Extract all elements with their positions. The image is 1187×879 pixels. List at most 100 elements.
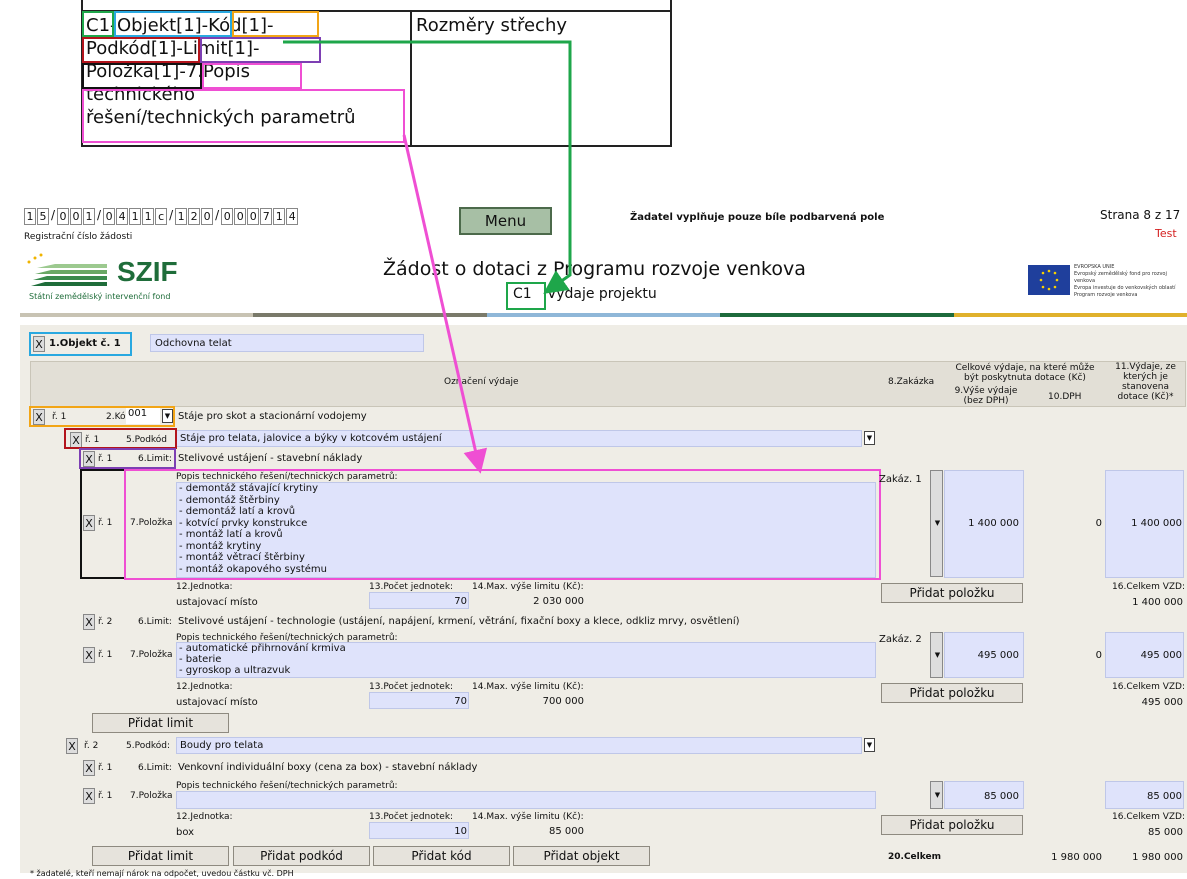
- pol3-max-value: 85 000: [549, 826, 584, 837]
- reg-digit: /: [97, 208, 102, 222]
- podkod2-select[interactable]: Boudy pro telata: [176, 737, 862, 754]
- eu-text: EVROPSKÁ UNIE Evropský zemědělský fond p…: [1074, 264, 1186, 299]
- reg-digit: 0: [221, 208, 234, 225]
- section-title: Výdaje projektu: [547, 286, 657, 302]
- pridat-polozku2-button[interactable]: Přidat položku: [881, 683, 1023, 703]
- reg-digit: /: [215, 208, 220, 222]
- podkod-dropdown-icon[interactable]: ▼: [864, 431, 875, 445]
- highlight-podkod: [82, 37, 200, 63]
- reg-digit: 7: [260, 208, 273, 225]
- pocet-label: 13.Počet jednotek:: [369, 582, 454, 592]
- pridat-limit2-button[interactable]: Přidat limit: [92, 846, 229, 866]
- delete-limit3-button[interactable]: X: [83, 760, 95, 776]
- podkod2-dropdown-icon[interactable]: ▼: [864, 738, 875, 752]
- reg-digit: 0: [70, 208, 83, 225]
- pridat-polozku3-button[interactable]: Přidat položku: [881, 815, 1023, 835]
- pol3-vyse-value: 85 000: [984, 791, 1019, 802]
- page-indicator: Strana 8 z 17: [1100, 208, 1181, 222]
- pol1-zakazka: Zakáz. 1: [879, 474, 922, 485]
- field-stripes-icon: [27, 253, 107, 286]
- pridat-objekt-button[interactable]: Přidat objekt: [513, 846, 650, 866]
- pocet2-label: 13.Počet jednotek:: [369, 682, 454, 692]
- highlight-polozka-form: [80, 469, 126, 579]
- max-label: 14.Max. výše limitu (Kč):: [472, 582, 584, 592]
- reg-digit: 0: [234, 208, 247, 225]
- celkem-vzd3-label: 16.Celkem VZD:: [1112, 812, 1185, 822]
- col-celkove: Celkové výdaje, na které může být poskyt…: [955, 363, 1095, 383]
- pridat-kod-button[interactable]: Přidat kód: [373, 846, 510, 866]
- pol1-vyse-value: 1 400 000: [968, 518, 1019, 529]
- limit2-label: 6.Limit:: [138, 617, 172, 627]
- highlight-popis-form: [124, 469, 881, 580]
- logo-subtitle: Státní zemědělský intervenční fond: [29, 292, 171, 301]
- pol2-zakazka: Zakáz. 2: [879, 634, 922, 645]
- pol1-pocet-value: 70: [454, 596, 467, 607]
- limit3-row-number: ř. 1: [98, 763, 113, 773]
- mode-label: Test: [1155, 227, 1177, 240]
- col-zakazka: 8.Zakázka: [888, 377, 935, 387]
- eu-flag-icon: [1028, 265, 1070, 295]
- registration-number: 1 5/0 0 1/0 4 1 1 c/1 2 0/0 0 0 7 1 4: [24, 208, 299, 225]
- celkem-vzd-label: 16.Celkem VZD:: [1112, 582, 1185, 592]
- reg-digit: 5: [37, 208, 49, 225]
- podkod-select[interactable]: Stáje pro telata, jalovice a býky v kotc…: [176, 430, 862, 447]
- pol3-popis-textarea[interactable]: [176, 791, 876, 809]
- jednotka3-label: 12.Jednotka:: [176, 812, 233, 822]
- reg-digit: 0: [57, 208, 70, 225]
- pol2-popis-textarea[interactable]: - automatické přihrnování krmiva - bateri…: [176, 642, 876, 678]
- pol3-pocet-value: 10: [454, 826, 467, 837]
- pol2-jednotka: ustajovací místo: [176, 697, 258, 708]
- reg-digit: 0: [201, 208, 214, 225]
- footnote: * žadatelé, kteří nemají nárok na odpoče…: [30, 869, 294, 878]
- pol2-dph-value: 0: [1095, 650, 1102, 661]
- pol1-celkem-value: 1 400 000: [1132, 597, 1183, 608]
- pol1-dph-value: 0: [1095, 518, 1102, 529]
- pridat-polozku-button[interactable]: Přidat položku: [881, 583, 1023, 603]
- reg-digit: 4: [116, 208, 129, 225]
- max2-label: 14.Max. výše limitu (Kč):: [472, 682, 584, 692]
- delete-limit2-button[interactable]: X: [83, 614, 95, 630]
- celkem20-label: 20.Celkem: [888, 852, 941, 862]
- reg-digit: 1: [142, 208, 155, 225]
- highlight-c1-form: [506, 282, 546, 310]
- pocet3-label: 13.Počet jednotek:: [369, 812, 454, 822]
- col-vyse: 9.Výše výdaje (bez DPH): [954, 386, 1018, 406]
- podkod2-row-number: ř. 2: [84, 741, 99, 751]
- delete-polozka2-button[interactable]: X: [83, 647, 95, 663]
- pol2-max-value: 700 000: [542, 696, 584, 707]
- reg-digit: 1: [175, 208, 188, 225]
- reg-digit: c: [155, 208, 168, 225]
- pol1-jednotka: ustajovací místo: [176, 597, 258, 608]
- jednotka-label: 12.Jednotka:: [176, 582, 233, 592]
- pol3-row-number: ř. 1: [98, 791, 113, 801]
- highlight-podkod-form: [64, 428, 177, 449]
- reg-digit: 1: [24, 208, 36, 225]
- celkem-vzd2-label: 16.Celkem VZD:: [1112, 682, 1185, 692]
- popis3-label: Popis technického řešení/technických par…: [176, 781, 398, 791]
- popis-item: - baterie: [179, 654, 222, 665]
- delete-polozka3-button[interactable]: X: [83, 788, 95, 804]
- reg-digit: 1: [83, 208, 96, 225]
- pol3-celkem-value: 85 000: [1148, 827, 1183, 838]
- highlight-c1: [82, 11, 114, 37]
- pridat-limit-button[interactable]: Přidat limit: [92, 713, 229, 733]
- registration-label: Registrační číslo žádosti: [24, 232, 133, 242]
- pridat-podkod-button[interactable]: Přidat podkód: [233, 846, 370, 866]
- reg-digit: 1: [129, 208, 142, 225]
- zakazka2-dropdown-icon[interactable]: ▼: [932, 648, 943, 662]
- highlight-objekt: [114, 11, 232, 37]
- highlight-objekt-form: [29, 332, 132, 356]
- zakazka1-dropdown-icon[interactable]: ▼: [932, 516, 943, 530]
- reg-digit: 0: [247, 208, 260, 225]
- objekt-name-input[interactable]: Odchovna telat: [150, 334, 424, 352]
- reg-digit: 2: [188, 208, 201, 225]
- menu-button[interactable]: Menu: [459, 207, 552, 235]
- podkod2-value: Boudy pro telata: [180, 740, 264, 751]
- podkod2-label: 5.Podkód:: [126, 741, 171, 751]
- delete-podkod2-button[interactable]: X: [66, 738, 78, 754]
- celkem20-vyse: 1 980 000: [1051, 852, 1102, 863]
- pol3-v11-value: 85 000: [1147, 791, 1182, 802]
- zakazka3-dropdown-icon[interactable]: ▼: [932, 788, 943, 802]
- pol2-pocet-value: 70: [454, 696, 467, 707]
- highlight-limit: [200, 37, 321, 63]
